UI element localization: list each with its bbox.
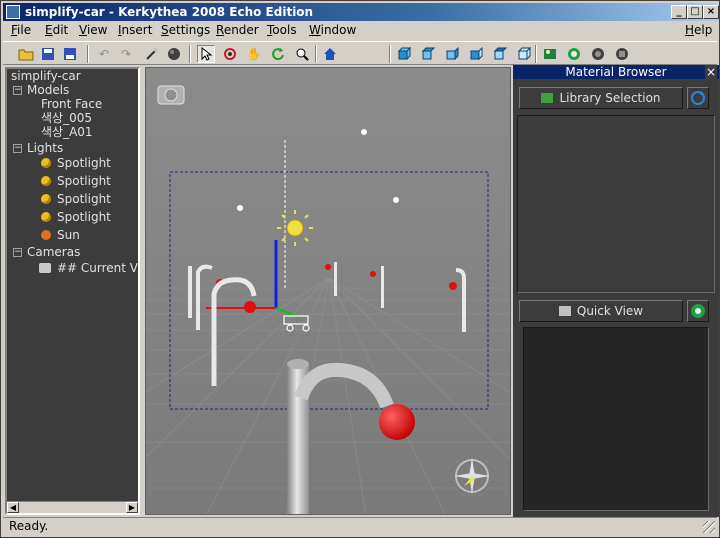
menu-help[interactable]: Help	[685, 23, 712, 37]
cube-left-icon[interactable]	[443, 45, 461, 63]
select-icon[interactable]	[197, 45, 215, 63]
menu-edit[interactable]: Edit	[45, 23, 68, 37]
toolbar-separator	[535, 45, 537, 63]
rotate-icon[interactable]	[269, 45, 287, 63]
orbit-icon[interactable]	[221, 45, 239, 63]
sun-icon	[41, 230, 51, 240]
save-as-icon[interactable]	[61, 45, 79, 63]
viewport-scene	[146, 68, 510, 514]
tree-root[interactable]: simplify-car	[11, 69, 81, 83]
tree-node-lights[interactable]: Lights	[27, 141, 63, 155]
quick-view-preview	[523, 327, 709, 511]
menu-file[interactable]: File	[11, 23, 31, 37]
cube-front-icon[interactable]	[395, 45, 413, 63]
status-text: Ready.	[9, 519, 49, 533]
menu-insert[interactable]: Insert	[118, 23, 152, 37]
spotlight-icon	[41, 212, 51, 222]
globe-stop-icon[interactable]	[613, 45, 631, 63]
toolbar-separator	[389, 45, 391, 63]
material-library-pane[interactable]	[517, 115, 715, 293]
minimize-button[interactable]: _	[671, 5, 687, 19]
quick-view-button[interactable]: Quick View	[519, 300, 683, 322]
camera-view-icon	[157, 85, 185, 105]
window-title: simplify-car - Kerkythea 2008 Echo Editi…	[25, 5, 314, 19]
tree-item-spotlight[interactable]: Spotlight	[41, 156, 111, 170]
cube-right-icon[interactable]	[467, 45, 485, 63]
expand-models-icon[interactable]: −	[13, 86, 22, 95]
resize-grip-icon[interactable]	[703, 521, 715, 533]
menu-window[interactable]: Window	[309, 23, 356, 37]
title-bar[interactable]: simplify-car - Kerkythea 2008 Echo Editi…	[3, 3, 719, 21]
toolbar-separator	[189, 45, 191, 63]
tree-node-models[interactable]: Models	[27, 83, 69, 97]
tree-item-spotlight[interactable]: Spotlight	[41, 210, 111, 224]
toolbar-separator	[315, 45, 317, 63]
material-browser-panel: Material Browser × Library Selection Qui…	[513, 65, 719, 517]
scroll-right-arrow-icon[interactable]: ▶	[126, 502, 138, 513]
3d-viewport[interactable]	[145, 67, 511, 515]
tree-item-spotlight[interactable]: Spotlight	[41, 192, 111, 206]
library-selection-button[interactable]: Library Selection	[519, 87, 683, 109]
spotlight-icon	[41, 194, 51, 204]
tree-item-spotlight[interactable]: Spotlight	[41, 174, 111, 188]
menu-settings[interactable]: Settings	[161, 23, 210, 37]
globe-settings-icon[interactable]	[589, 45, 607, 63]
refresh-icon	[691, 91, 705, 105]
refresh-button[interactable]	[687, 87, 709, 109]
application-window: simplify-car - Kerkythea 2008 Echo Editi…	[0, 0, 720, 538]
spotlight-icon	[41, 158, 51, 168]
home-icon[interactable]	[321, 45, 339, 63]
camera-icon	[39, 263, 51, 273]
toolbar-separator	[87, 45, 89, 63]
cube-bottom-icon[interactable]	[515, 45, 533, 63]
status-bar: Ready.	[3, 517, 717, 535]
quick-view-render-button[interactable]	[687, 300, 709, 322]
tree-item-sun[interactable]: Sun	[41, 228, 80, 242]
scroll-left-arrow-icon[interactable]: ◀	[7, 502, 19, 513]
spotlight-icon	[41, 176, 51, 186]
tree-item-model[interactable]: 색상_005	[41, 111, 92, 125]
app-icon	[6, 5, 20, 19]
library-icon	[541, 93, 554, 103]
scene-icon[interactable]	[541, 45, 559, 63]
tree-node-cameras[interactable]: Cameras	[27, 245, 80, 259]
globe-render-icon	[691, 304, 705, 318]
save-icon[interactable]	[39, 45, 57, 63]
close-button[interactable]: ×	[703, 5, 719, 19]
menu-render[interactable]: Render	[216, 23, 259, 37]
redo-icon[interactable]: ↷	[117, 45, 135, 63]
tree-item-model[interactable]: 색상_A01	[41, 125, 93, 139]
maximize-button[interactable]: □	[687, 5, 703, 19]
render-icon[interactable]	[143, 45, 161, 63]
pan-icon[interactable]: ✋	[245, 45, 263, 63]
toolbar: ↶ ↷ ✋	[3, 41, 717, 65]
menu-view[interactable]: View	[79, 23, 107, 37]
undo-icon[interactable]: ↶	[95, 45, 113, 63]
cube-back-icon[interactable]	[419, 45, 437, 63]
globe-icon[interactable]	[565, 45, 583, 63]
quick-view-icon	[558, 306, 571, 316]
menu-tools[interactable]: Tools	[267, 23, 297, 37]
open-icon[interactable]	[17, 45, 35, 63]
expand-cameras-icon[interactable]: −	[13, 248, 22, 257]
material-browser-title: Material Browser	[513, 65, 719, 79]
tree-item-model[interactable]: Front Face	[41, 97, 102, 111]
zoom-icon[interactable]	[293, 45, 311, 63]
scene-tree: simplify-car − Models Front Face 색상_005 …	[5, 67, 140, 515]
cube-top-icon[interactable]	[491, 45, 509, 63]
tree-item-camera[interactable]: ## Current View	[39, 261, 138, 275]
expand-lights-icon[interactable]: −	[13, 144, 22, 153]
tree-horizontal-scrollbar[interactable]: ◀ ▶	[7, 501, 138, 513]
sphere-icon[interactable]	[165, 45, 183, 63]
panel-close-icon[interactable]: ×	[705, 65, 717, 79]
menu-bar: File Edit View Insert Settings Render To…	[3, 22, 717, 40]
